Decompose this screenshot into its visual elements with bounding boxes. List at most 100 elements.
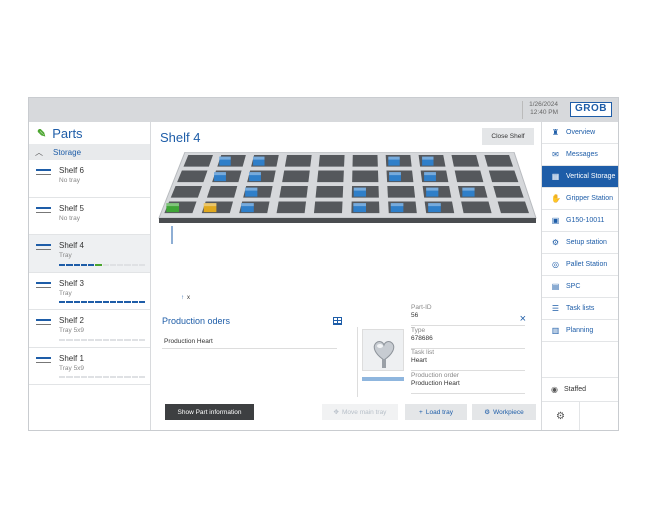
workpiece-box-top: [390, 203, 404, 207]
workpiece-box-top: [426, 187, 439, 191]
date-text: 1/26/2024: [529, 101, 558, 108]
shelf-item[interactable]: Shelf 2 Tray 5x9: [29, 310, 150, 348]
tray-slot: [497, 201, 530, 214]
settings-icon[interactable]: ⚙: [542, 401, 580, 430]
shelf-edge: [159, 218, 536, 223]
part-detail-row: Type 678686: [411, 327, 525, 349]
production-orders-title: Production oders: [162, 316, 231, 326]
spc-icon: ▤: [551, 282, 560, 291]
detail-value: 678686: [411, 334, 433, 342]
storage-section-header[interactable]: ︿ Storage: [29, 144, 150, 160]
workpiece-icon: ⚙: [484, 409, 491, 416]
detail-value: Heart: [411, 357, 427, 364]
shelf-item[interactable]: Shelf 1 Tray 5x9: [29, 348, 150, 385]
table-view-icon[interactable]: [333, 317, 342, 325]
shelf-3d-view[interactable]: [152, 152, 541, 302]
move-main-tray-label: Move main tray: [342, 408, 387, 416]
tray-slot: [282, 170, 310, 183]
detail-value: 56: [411, 312, 419, 319]
nav-item[interactable]: ◎ Pallet Station: [542, 254, 618, 276]
close-shelf-button[interactable]: Close Shelf: [482, 128, 534, 145]
part-detail-row: Task list Heart: [411, 349, 525, 371]
tray-slot: [493, 186, 524, 198]
shelf-status: Tray 5x9: [59, 364, 85, 372]
eye-icon: ◉: [551, 385, 558, 394]
page-title: Shelf 4: [160, 130, 201, 145]
detail-value: Production Heart: [411, 379, 460, 387]
nav-label: Pallet Station: [566, 261, 608, 268]
nav-item[interactable]: ▦ Vertical Storage: [542, 166, 618, 188]
nav-item[interactable]: ☰ Task lists: [542, 298, 618, 320]
storage-label: Storage: [53, 147, 82, 157]
shelf-item[interactable]: Shelf 5 No tray: [29, 198, 150, 235]
navigation-sidebar: ♜ Overview ✉ Messages ▦ Vertical Storage ✋ …: [541, 122, 618, 430]
messages-icon: ✉: [552, 150, 559, 159]
tray-slot: [454, 170, 484, 183]
nav-item[interactable]: ✉ Messages: [542, 144, 618, 166]
app-window: 1/26/2024 12:40 PM GROB ✎ Parts ︿ Storag…: [28, 97, 619, 431]
nav-item[interactable]: ▤ SPC: [542, 276, 618, 298]
machine-icon: ▣: [551, 216, 560, 225]
tray-slot: [315, 186, 344, 198]
tray-slot: [183, 155, 213, 167]
nav-item[interactable]: ▣ G150-10011: [542, 210, 618, 232]
divider: [357, 327, 358, 397]
shelf-item[interactable]: Shelf 6 No tray: [29, 160, 150, 198]
part-detail-row: Production order Production Heart: [411, 372, 525, 394]
load-tray-button[interactable]: + Load tray: [405, 404, 467, 420]
nav-item[interactable]: ♜ Overview: [542, 122, 618, 144]
nav-item[interactable]: ⚙ Setup station: [542, 232, 618, 254]
workpiece-button[interactable]: ⚙ Workpiece: [472, 404, 536, 420]
tray-slot: [313, 201, 343, 214]
nav-label: SPC: [566, 283, 581, 290]
workpiece-box-top: [253, 156, 265, 160]
detail-label: Task list: [411, 349, 435, 356]
shelf-view: Shelf 4 Close Shelf ↑ x Production oders …: [152, 122, 541, 430]
shelf-icon: [36, 244, 51, 250]
shelf-status: Tray: [59, 289, 72, 297]
show-part-information-button[interactable]: Show Part information: [165, 404, 254, 420]
parts-header: ✎ Parts: [29, 122, 150, 144]
workpiece-box-top: [241, 203, 254, 207]
part-detail-row: Part-ID 56: [411, 304, 525, 326]
date-time: 1/26/2024 12:40 PM: [522, 101, 558, 119]
staffed-label: Staffed: [563, 386, 587, 393]
shelf-name: Shelf 1: [59, 353, 84, 363]
nav-label: Overview: [566, 129, 596, 136]
shelf-name: Shelf 4: [59, 241, 84, 250]
tray-slot: [461, 201, 492, 214]
wrench-icon: ✎: [37, 127, 47, 140]
axis-indicator: ↑ x: [181, 295, 190, 301]
tasklist-icon: ☰: [551, 304, 560, 313]
workpiece-box-top: [389, 172, 401, 176]
shelf-status: Tray 5x9: [59, 327, 85, 334]
nav-label: Vertical Storage: [566, 173, 616, 180]
workpiece-label: Workpiece: [493, 408, 524, 416]
gripper-icon: ✋: [551, 194, 561, 203]
tray-slot: [352, 155, 378, 167]
workpiece-box-top: [203, 203, 217, 207]
workpiece-box-top: [245, 187, 258, 191]
workpiece-box-top: [424, 172, 436, 176]
shelf-status: No tray: [59, 177, 80, 184]
tray-slot: [488, 170, 519, 183]
production-order-item[interactable]: Production Heart: [162, 335, 337, 349]
shelf-name: Shelf 6: [59, 166, 84, 175]
shelf-icon: [36, 319, 51, 325]
workpiece-box-top: [388, 156, 400, 160]
shelf-item[interactable]: Shelf 4 Tray: [29, 235, 150, 273]
shelf-status: No tray: [59, 214, 80, 222]
shelf-status: Tray: [59, 252, 72, 259]
parts-panel: ✎ Parts ︿ Storage Shelf 6 No tray Shelf …: [29, 122, 151, 430]
shelf-icon: [36, 169, 51, 175]
shelf-icon: [36, 356, 51, 363]
nav-item[interactable]: ▥ Planning: [542, 320, 618, 342]
nav-item[interactable]: ✋ Gripper Station: [542, 188, 618, 210]
shelf-item[interactable]: Shelf 3 Tray: [29, 273, 150, 310]
tray-slot: [352, 170, 379, 183]
move-main-tray-button[interactable]: ✥ Move main tray: [322, 404, 398, 420]
tray-slot: [318, 155, 345, 167]
planning-icon: ▥: [551, 326, 560, 335]
staffed-status[interactable]: ◉ Staffed: [542, 377, 618, 401]
tray-slot: [177, 170, 208, 183]
